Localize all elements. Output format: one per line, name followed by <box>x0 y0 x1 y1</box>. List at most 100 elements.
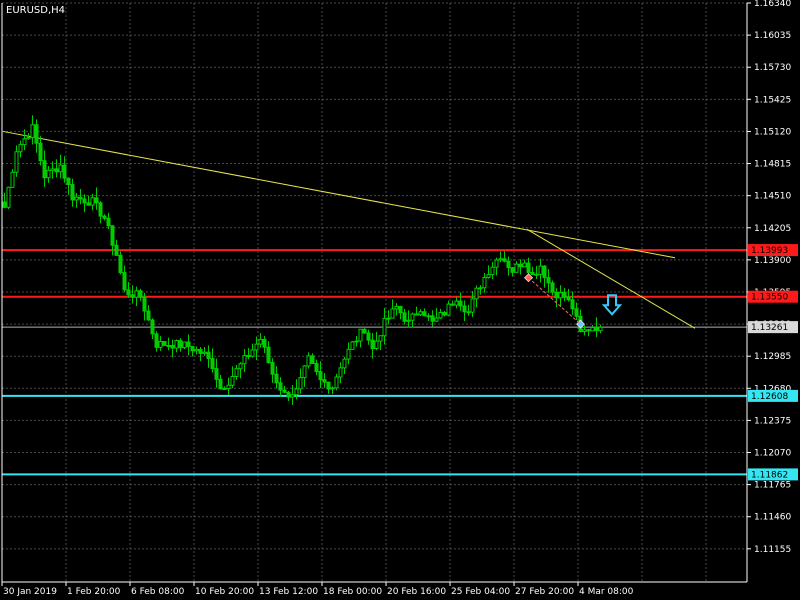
candle-body <box>422 311 427 317</box>
candle-body <box>62 164 67 179</box>
candle-body <box>362 328 367 334</box>
y-tick-label: 1.16035 <box>754 31 791 41</box>
candle-body <box>90 197 95 206</box>
x-tick-label: 18 Feb 00:00 <box>323 587 382 597</box>
candle-body <box>230 375 235 386</box>
candle-body <box>194 348 199 352</box>
candle-body <box>10 171 15 188</box>
y-tick-label: 1.16340 <box>754 0 791 9</box>
candle-body <box>42 160 47 179</box>
candle-body <box>310 355 315 364</box>
candle-body <box>18 144 23 153</box>
candle-body <box>122 272 127 291</box>
candle-body <box>450 303 455 306</box>
candle-body <box>566 296 571 301</box>
candle-body <box>478 287 483 290</box>
candle-body <box>50 168 55 171</box>
candle-body <box>494 259 499 268</box>
candle-body <box>178 340 183 349</box>
candle-body <box>502 258 507 262</box>
y-tick-label: 1.11460 <box>754 513 791 523</box>
candle-body <box>526 262 531 273</box>
candle-body <box>14 151 19 173</box>
candle-body <box>130 294 135 298</box>
candle-body <box>434 317 439 322</box>
candle-body <box>46 169 51 179</box>
candle-body <box>554 291 559 299</box>
candle-body <box>470 298 475 313</box>
candle <box>6 186 11 210</box>
candle <box>10 169 15 188</box>
candle-body <box>430 315 435 322</box>
candle-body <box>550 282 555 293</box>
x-tick-label: 6 Feb 08:00 <box>131 587 185 597</box>
candle-body <box>598 326 603 332</box>
candle-body <box>206 351 211 359</box>
candle-body <box>262 338 267 348</box>
candle-body <box>378 335 383 342</box>
candle <box>350 340 355 350</box>
candle-body <box>138 290 143 298</box>
candle-body <box>246 355 251 358</box>
candle-body <box>54 168 59 173</box>
candle-body <box>182 341 187 349</box>
candle-body <box>290 394 295 398</box>
candle-body <box>370 339 375 350</box>
candle-body <box>514 263 519 273</box>
candle-body <box>222 387 227 390</box>
x-tick-label: 13 Feb 12:00 <box>259 587 318 597</box>
candle-body <box>482 276 487 289</box>
candle-body <box>534 273 539 276</box>
candle-body <box>110 225 115 246</box>
y-tick-label: 1.13900 <box>754 256 791 266</box>
candle <box>162 340 167 347</box>
candle-body <box>442 312 447 316</box>
candle-body <box>322 379 327 383</box>
candle-body <box>214 368 219 380</box>
candle-body <box>466 311 471 314</box>
candle-body <box>418 311 423 316</box>
candle-body <box>506 260 511 269</box>
candle-body <box>350 341 355 350</box>
candle-body <box>582 329 587 333</box>
candle-body <box>302 365 307 379</box>
candle-body <box>510 267 515 273</box>
candle-body <box>186 341 191 347</box>
candle-body <box>386 317 391 320</box>
candle-body <box>26 137 31 140</box>
candle-body <box>238 363 243 370</box>
candle-body <box>254 343 259 351</box>
chart-canvas[interactable]: 1.16340 1.16035 1.15730 1.15425 1.15120 1.148… <box>0 0 800 600</box>
candle-body <box>66 177 71 186</box>
candle-body <box>270 361 275 375</box>
x-tick-label: 4 Mar 08:00 <box>579 587 634 597</box>
candle-body <box>146 310 151 321</box>
candle-body <box>298 377 303 390</box>
x-tick-label: 20 Feb 16:00 <box>387 587 446 597</box>
candle-body <box>286 391 291 398</box>
x-tick-label: 30 Jan 2019 <box>3 587 57 597</box>
candle-body <box>390 308 395 319</box>
candle-body <box>546 277 551 284</box>
candle-body <box>218 378 223 390</box>
candle-body <box>266 346 271 363</box>
candle-body <box>210 357 215 370</box>
candle-body <box>594 327 599 332</box>
candle-body <box>334 376 339 389</box>
candle-body <box>158 340 163 348</box>
y-tick-label: 1.14205 <box>754 224 791 234</box>
candle-body <box>346 348 351 360</box>
candle-body <box>366 332 371 341</box>
support-price-tag: 1.11862 <box>751 470 788 480</box>
candle-body <box>462 305 467 313</box>
candle-body <box>142 296 147 312</box>
candle-body <box>170 345 175 349</box>
candle-body <box>134 290 139 298</box>
candle-body <box>74 196 79 201</box>
candle-body <box>294 388 299 396</box>
chart-title: EURUSD,H4 <box>6 5 65 16</box>
y-tick-label: 1.11765 <box>754 481 791 491</box>
candle-body <box>446 303 451 316</box>
candle-body <box>454 300 459 306</box>
candle-body <box>330 387 335 390</box>
